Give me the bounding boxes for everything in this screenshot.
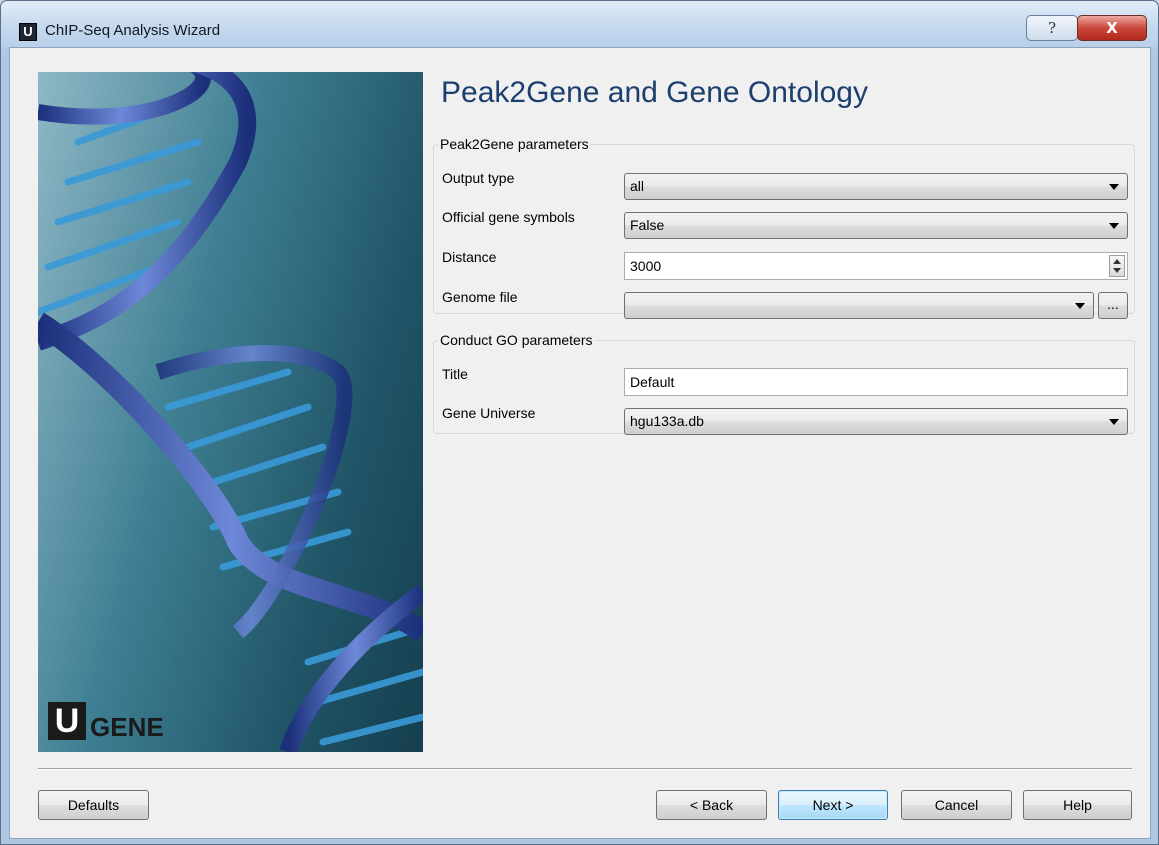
ugene-logo-text: GENE [90,712,164,742]
ugene-logo-mark: U [48,702,86,740]
output-type-value: all [630,178,645,194]
gene-universe-combo[interactable]: hgu133a.db [624,408,1128,435]
defaults-button[interactable]: Defaults [38,790,149,820]
dropdown-arrow-icon [1075,303,1085,309]
dna-helix-graphic [38,72,423,752]
spin-up-icon[interactable] [1113,259,1121,264]
window-title: ChIP-Seq Analysis Wizard [45,22,221,39]
output-type-combo[interactable]: all [624,173,1128,200]
distance-spin-buttons[interactable] [1109,255,1125,277]
official-gene-symbols-combo[interactable]: False [624,212,1128,239]
official-gene-symbols-label: Official gene symbols [442,209,575,225]
back-button[interactable]: < Back [656,790,767,820]
genome-file-browse-button[interactable]: ... [1098,292,1128,319]
spin-down-icon[interactable] [1113,268,1121,273]
page-title: Peak2Gene and Gene Ontology [441,76,868,109]
title-bar[interactable]: U ChIP-Seq Analysis Wizard ? X [1,1,1158,47]
distance-value: 3000 [630,258,662,274]
dropdown-arrow-icon [1109,184,1119,190]
official-gene-symbols-value: False [630,217,665,233]
genome-file-label: Genome file [442,289,518,305]
dna-helix-image: U GENE [38,72,423,752]
dropdown-arrow-icon [1109,223,1119,229]
output-type-label: Output type [442,170,515,186]
genome-file-combo[interactable] [624,292,1094,319]
title-label: Title [442,366,468,382]
title-input-value: Default [630,374,675,390]
button-separator [38,768,1132,770]
peak2gene-parameters-legend: Peak2Gene parameters [440,136,589,152]
gene-universe-value: hgu133a.db [630,413,704,429]
next-button[interactable]: Next > [778,790,888,820]
title-input[interactable]: Default [624,368,1128,396]
distance-label: Distance [442,249,497,265]
help-button[interactable]: Help [1023,790,1132,820]
distance-spinbox[interactable]: 3000 [624,252,1128,280]
gene-universe-label: Gene Universe [442,405,536,421]
cancel-button[interactable]: Cancel [901,790,1012,820]
ugene-app-icon: U [19,23,37,41]
peak2gene-parameters-group: Peak2Gene parameters Output type all Off… [433,136,1135,319]
wizard-client-area: U GENE Peak2Gene and Gene Ontology Peak2… [9,47,1151,839]
dropdown-arrow-icon [1109,419,1119,425]
conduct-go-parameters-group: Conduct GO parameters Title Default Gene… [433,332,1135,435]
close-icon[interactable]: X [1077,15,1147,41]
conduct-go-parameters-legend: Conduct GO parameters [440,332,593,348]
ugene-logo: U GENE [48,702,164,740]
help-icon[interactable]: ? [1026,15,1078,41]
wizard-window: U ChIP-Seq Analysis Wizard ? X U GENE Pe… [0,0,1159,845]
